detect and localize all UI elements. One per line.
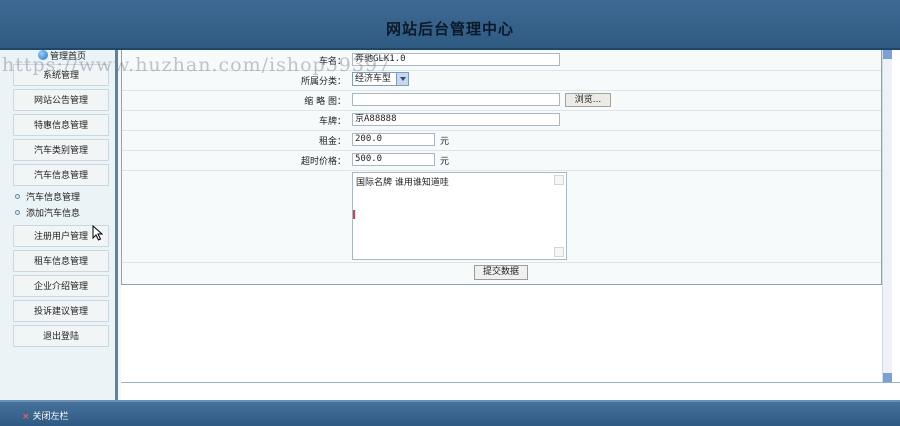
sidebar-item-car-info[interactable]: 汽车信息管理 bbox=[13, 164, 109, 186]
sidebar-item-logout[interactable]: 退出登陆 bbox=[13, 325, 109, 347]
bottom-bar: × 关闭左栏 bbox=[0, 400, 900, 426]
main-content: 车名： 奔驰GLK1.0 所属分类： 经济车型 缩 略 图： 浏览... 车牌：… bbox=[121, 50, 900, 400]
thumbnail-file-input[interactable] bbox=[352, 93, 560, 106]
rent-unit: 元 bbox=[440, 137, 450, 147]
row-divider bbox=[122, 70, 881, 71]
plate-label: 车牌： bbox=[318, 117, 346, 127]
text-caret bbox=[353, 210, 355, 219]
close-sidebar-link[interactable]: × 关闭左栏 bbox=[22, 409, 69, 422]
row-divider bbox=[122, 130, 881, 131]
sidebar-sub-car-info-manage[interactable]: 汽车信息管理 bbox=[15, 192, 80, 204]
car-edit-form: 车名： 奔驰GLK1.0 所属分类： 经济车型 缩 略 图： 浏览... 车牌：… bbox=[121, 50, 882, 285]
sidebar-home-link[interactable]: 管理首页 bbox=[38, 50, 86, 64]
row-divider bbox=[122, 110, 881, 111]
row-divider bbox=[122, 170, 881, 171]
row-divider bbox=[122, 262, 881, 263]
home-icon bbox=[38, 50, 48, 60]
close-icon: × bbox=[22, 412, 30, 422]
sidebar-item-car-categories[interactable]: 汽车类别管理 bbox=[13, 139, 109, 161]
row-divider bbox=[122, 90, 881, 91]
sidebar-sub-label: 添加汽车信息 bbox=[26, 209, 81, 219]
top-header: 网站后台管理中心 bbox=[0, 0, 900, 50]
scroll-down-icon[interactable] bbox=[554, 247, 564, 257]
scroll-up-arrow-icon[interactable] bbox=[883, 50, 892, 59]
left-sidebar: 管理首页 系统管理 网站公告管理 特惠信息管理 汽车类别管理 汽车信息管理 汽车… bbox=[0, 50, 118, 400]
chevron-down-icon bbox=[396, 73, 408, 85]
sidebar-item-rentals[interactable]: 租车信息管理 bbox=[13, 250, 109, 272]
rent-label: 租金： bbox=[318, 137, 346, 147]
sidebar-sub-label: 汽车信息管理 bbox=[26, 193, 81, 203]
sidebar-item-specials[interactable]: 特惠信息管理 bbox=[13, 114, 109, 136]
main-scrollbar[interactable] bbox=[882, 50, 892, 382]
description-text: 国际名牌 谁用谁知道哇 bbox=[356, 178, 449, 188]
scroll-up-icon[interactable] bbox=[554, 175, 564, 185]
sidebar-item-system[interactable]: 系统管理 bbox=[13, 64, 109, 86]
rent-input[interactable]: 200.0 bbox=[352, 133, 435, 146]
sidebar-item-company[interactable]: 企业介绍管理 bbox=[13, 275, 109, 297]
car-name-input[interactable]: 奔驰GLK1.0 bbox=[352, 53, 560, 66]
sidebar-item-announcements[interactable]: 网站公告管理 bbox=[13, 89, 109, 111]
scroll-down-arrow-icon[interactable] bbox=[883, 373, 892, 382]
description-textarea[interactable]: 国际名牌 谁用谁知道哇 bbox=[352, 172, 567, 260]
car-name-label: 车名： bbox=[318, 57, 346, 67]
overtime-unit: 元 bbox=[440, 157, 450, 167]
sidebar-home-label: 管理首页 bbox=[50, 52, 87, 62]
sidebar-sub-add-car[interactable]: 添加汽车信息 bbox=[15, 208, 80, 220]
row-divider bbox=[122, 150, 881, 151]
content-bottom-divider bbox=[121, 382, 900, 383]
submit-button[interactable]: 提交数据 bbox=[474, 265, 528, 280]
thumbnail-label: 缩 略 图： bbox=[304, 97, 346, 107]
overtime-price-label: 超时价格： bbox=[300, 157, 346, 167]
category-label: 所属分类： bbox=[300, 77, 346, 87]
page-title: 网站后台管理中心 bbox=[385, 20, 514, 38]
mouse-cursor-icon bbox=[92, 225, 104, 241]
bullet-icon bbox=[15, 194, 20, 199]
bullet-icon bbox=[15, 210, 20, 215]
overtime-price-input[interactable]: 500.0 bbox=[352, 153, 435, 166]
category-select[interactable]: 经济车型 bbox=[352, 72, 409, 86]
close-sidebar-label: 关闭左栏 bbox=[32, 412, 69, 422]
category-select-value: 经济车型 bbox=[355, 74, 392, 84]
browse-button[interactable]: 浏览... bbox=[565, 93, 611, 107]
plate-input[interactable]: 京A88888 bbox=[352, 113, 560, 126]
sidebar-item-complaints[interactable]: 投诉建议管理 bbox=[13, 300, 109, 322]
